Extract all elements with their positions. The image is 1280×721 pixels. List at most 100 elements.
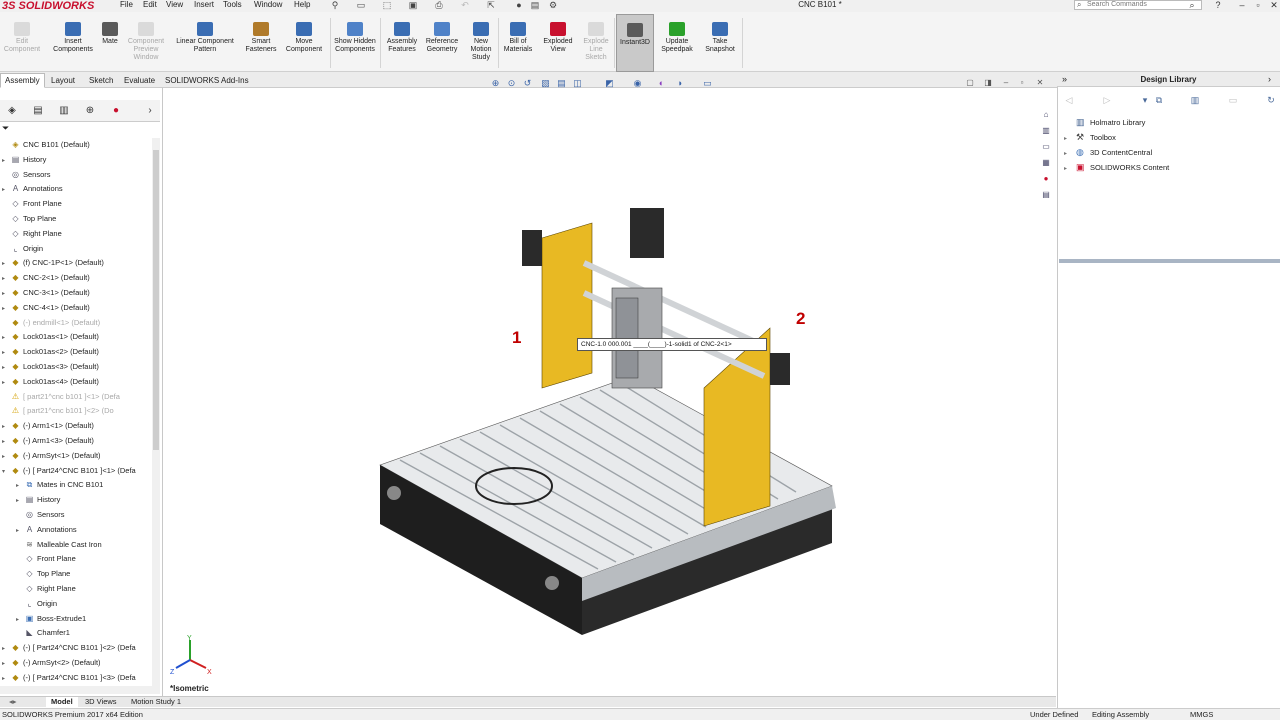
expand-toggle-icon[interactable]: ▸ <box>2 450 10 464</box>
edit-appearance-icon[interactable]: ◐ <box>656 78 667 88</box>
expand-toggle-icon[interactable]: ▸ <box>2 331 10 345</box>
tree-row[interactable]: ▸ ◆ (-) ArmSyt<2> (Default) <box>2 656 101 671</box>
viewport-close-icon[interactable]: ✕ <box>1034 78 1046 88</box>
help-icon[interactable]: ? <box>1210 0 1226 11</box>
status-units[interactable]: MMGS <box>1190 709 1213 721</box>
feature-manager-tab-icon[interactable]: ◈ <box>2 103 22 119</box>
ribbon-take-snapshot-button[interactable]: Take Snapshot <box>700 14 740 72</box>
file-properties-icon[interactable]: ▤ <box>528 0 542 11</box>
ribbon-instant3d-button[interactable]: Instant3D <box>616 14 654 72</box>
bottom-tab-motion-study-1[interactable]: Motion Study 1 <box>126 697 186 707</box>
tree-row[interactable]: ▸ ◆ Lock01as<3> (Default) <box>2 360 99 375</box>
search-icon[interactable]: ⌕ <box>1077 0 1081 10</box>
ribbon-exploded-view-button[interactable]: Exploded View <box>538 14 578 72</box>
save-icon[interactable]: ▣ <box>406 0 420 11</box>
tree-row[interactable]: ▸ ◆ Lock01as<1> (Default) <box>2 330 99 345</box>
ribbon-update-speedpak-button[interactable]: Update Speedpak <box>656 14 698 72</box>
pin-icon[interactable]: ⚲ <box>328 0 342 11</box>
forward-icon[interactable]: ▷ <box>1100 93 1114 107</box>
tree-row[interactable]: ◇ Right Plane <box>16 582 75 597</box>
apply-scene-icon[interactable]: ◑ <box>674 78 685 88</box>
expand-toggle-icon[interactable]: ▸ <box>16 479 24 493</box>
view-orientation-icon[interactable]: ◫ <box>572 78 583 88</box>
expand-toggle-icon[interactable]: ▸ <box>2 302 10 316</box>
tree-row[interactable]: ▸ ▤ History <box>16 493 60 508</box>
print-icon[interactable]: ⎙ <box>432 0 446 11</box>
bottom-tab-model[interactable]: Model <box>46 697 78 707</box>
expand-toggle-icon[interactable]: ▸ <box>16 524 24 538</box>
ribbon-show-hidden-components-button[interactable]: Show Hidden Components <box>332 14 378 72</box>
expand-toggle-icon[interactable]: ▾ <box>2 465 10 479</box>
new-document-icon[interactable]: ▭ <box>354 0 368 11</box>
tree-row[interactable]: ▸ ◆ (-) ArmSyt<1> (Default) <box>2 449 101 464</box>
tree-row[interactable]: ◎ Sensors <box>2 168 51 183</box>
tree-row[interactable]: ⚠[ part21^cnc b101 ]<1> (Defa <box>2 390 120 405</box>
tree-row[interactable]: ▸ ◆ (-) [ Part24^CNC B101 ]<3> (Defa <box>2 671 136 686</box>
expand-toggle-icon[interactable]: ▸ <box>2 672 10 686</box>
filter-row[interactable]: ⏷ <box>0 123 160 137</box>
design-library-item[interactable]: ▸ ▣ SOLIDWORKS Content <box>1064 160 1169 175</box>
tree-row[interactable]: ⌞ Origin <box>2 242 43 257</box>
design-library-item[interactable]: ▥ Holmatro Library <box>1064 115 1145 130</box>
expand-toggle-icon[interactable]: ▸ <box>2 346 10 360</box>
ribbon-move-component-button[interactable]: Move Component <box>282 14 326 72</box>
open-icon[interactable]: ⬚ <box>380 0 394 11</box>
tree-row[interactable]: ▸ A Annotations <box>2 182 63 197</box>
tree-row[interactable]: ▸ ⧉ Mates in CNC B101 <box>16 478 103 493</box>
view-palette-icon[interactable]: ▦ <box>1039 156 1053 169</box>
options-icon[interactable]: ⚙ <box>546 0 560 11</box>
restore-icon[interactable]: ▫ <box>1250 0 1266 11</box>
folder-icon[interactable]: ▭ <box>1226 93 1240 107</box>
ribbon-component-preview-window-button[interactable]: Component Preview Window <box>122 14 170 72</box>
expand-toggle-icon[interactable]: ▸ <box>2 376 10 390</box>
viewport-minimize-icon[interactable]: – <box>1000 78 1012 88</box>
tree-row[interactable]: ▸ ◆ CNC-3<1> (Default) <box>2 286 90 301</box>
tree-scrollbar-thumb[interactable] <box>153 150 159 450</box>
display-manager-tab-icon[interactable]: ● <box>106 103 126 119</box>
rebuild-icon[interactable]: ● <box>512 0 526 11</box>
search-go-icon[interactable]: ⌕ <box>1184 0 1200 11</box>
cnc-model[interactable] <box>164 88 1054 696</box>
panel-chevron-right-icon[interactable]: › <box>140 103 160 119</box>
dynamic-annotation-icon[interactable]: ▤ <box>556 78 567 88</box>
ribbon-insert-components-button[interactable]: Insert Components <box>46 14 100 72</box>
viewport-tile-icon[interactable]: ▢ <box>964 78 976 88</box>
expand-toggle-icon[interactable]: ▸ <box>2 272 10 286</box>
dimxpert-tab-icon[interactable]: ⊕ <box>80 103 100 119</box>
zoom-area-icon[interactable]: ⊙ <box>506 78 517 88</box>
create-new-folder-icon[interactable]: ▥ <box>1188 93 1202 107</box>
tree-row[interactable]: ▸ ◆ CNC-4<1> (Default) <box>2 301 90 316</box>
tree-row[interactable]: ▸ ▣ Boss-Extrude1 <box>16 612 86 627</box>
tree-row[interactable]: ◈ CNC B101 (Default) <box>2 138 89 153</box>
zoom-to-fit-icon[interactable]: ⊕ <box>490 78 501 88</box>
panel-splitter[interactable] <box>1059 259 1280 263</box>
tab-layout[interactable]: Layout <box>46 73 80 88</box>
tree-row[interactable]: ▸ ◆ Lock01as<2> (Default) <box>2 345 99 360</box>
custom-properties-icon[interactable]: ▤ <box>1039 188 1053 201</box>
menu-item-view[interactable]: View <box>166 0 183 10</box>
menu-item-edit[interactable]: Edit <box>143 0 157 10</box>
back-icon[interactable]: ◁ <box>1062 93 1076 107</box>
tab-solidworks-add-ins[interactable]: SOLIDWORKS Add-Ins <box>160 73 254 88</box>
ribbon-explode-line-sketch-button[interactable]: Explode Line Sketch <box>578 14 614 72</box>
tree-horizontal-scrollbar[interactable] <box>0 686 160 694</box>
bottom-tab-3d-views[interactable]: 3D Views <box>80 697 122 707</box>
design-library-item[interactable]: ▸ ◍ 3D ContentCentral <box>1064 145 1152 160</box>
ribbon-reference-geometry-button[interactable]: Reference Geometry <box>422 14 462 72</box>
ribbon-mate-button[interactable]: Mate <box>98 14 122 72</box>
solidworks-resources-icon[interactable]: ⌂ <box>1039 108 1053 121</box>
ribbon-smart-fasteners-button[interactable]: Smart Fasteners <box>242 14 280 72</box>
tree-row[interactable]: ◣ Chamfer1 <box>16 626 70 641</box>
tree-row[interactable]: ≋ Malleable Cast Iron <box>16 538 101 553</box>
property-manager-tab-icon[interactable]: ▤ <box>28 103 48 119</box>
display-style-icon[interactable]: ◩ <box>604 78 615 88</box>
refresh-icon[interactable]: ↻ <box>1264 93 1278 107</box>
minimize-icon[interactable]: – <box>1234 0 1250 11</box>
tree-row[interactable]: ▸ ◆ Lock01as<4> (Default) <box>2 375 99 390</box>
tree-row[interactable]: ⌞ Origin <box>16 597 57 612</box>
tree-row[interactable]: ◇ Top Plane <box>2 212 56 227</box>
tab-sketch[interactable]: Sketch <box>84 73 118 88</box>
viewport-restore-icon[interactable]: ▫ <box>1016 78 1028 88</box>
ribbon-assembly-features-button[interactable]: Assembly Features <box>382 14 422 72</box>
expand-toggle-icon[interactable]: ▸ <box>2 420 10 434</box>
